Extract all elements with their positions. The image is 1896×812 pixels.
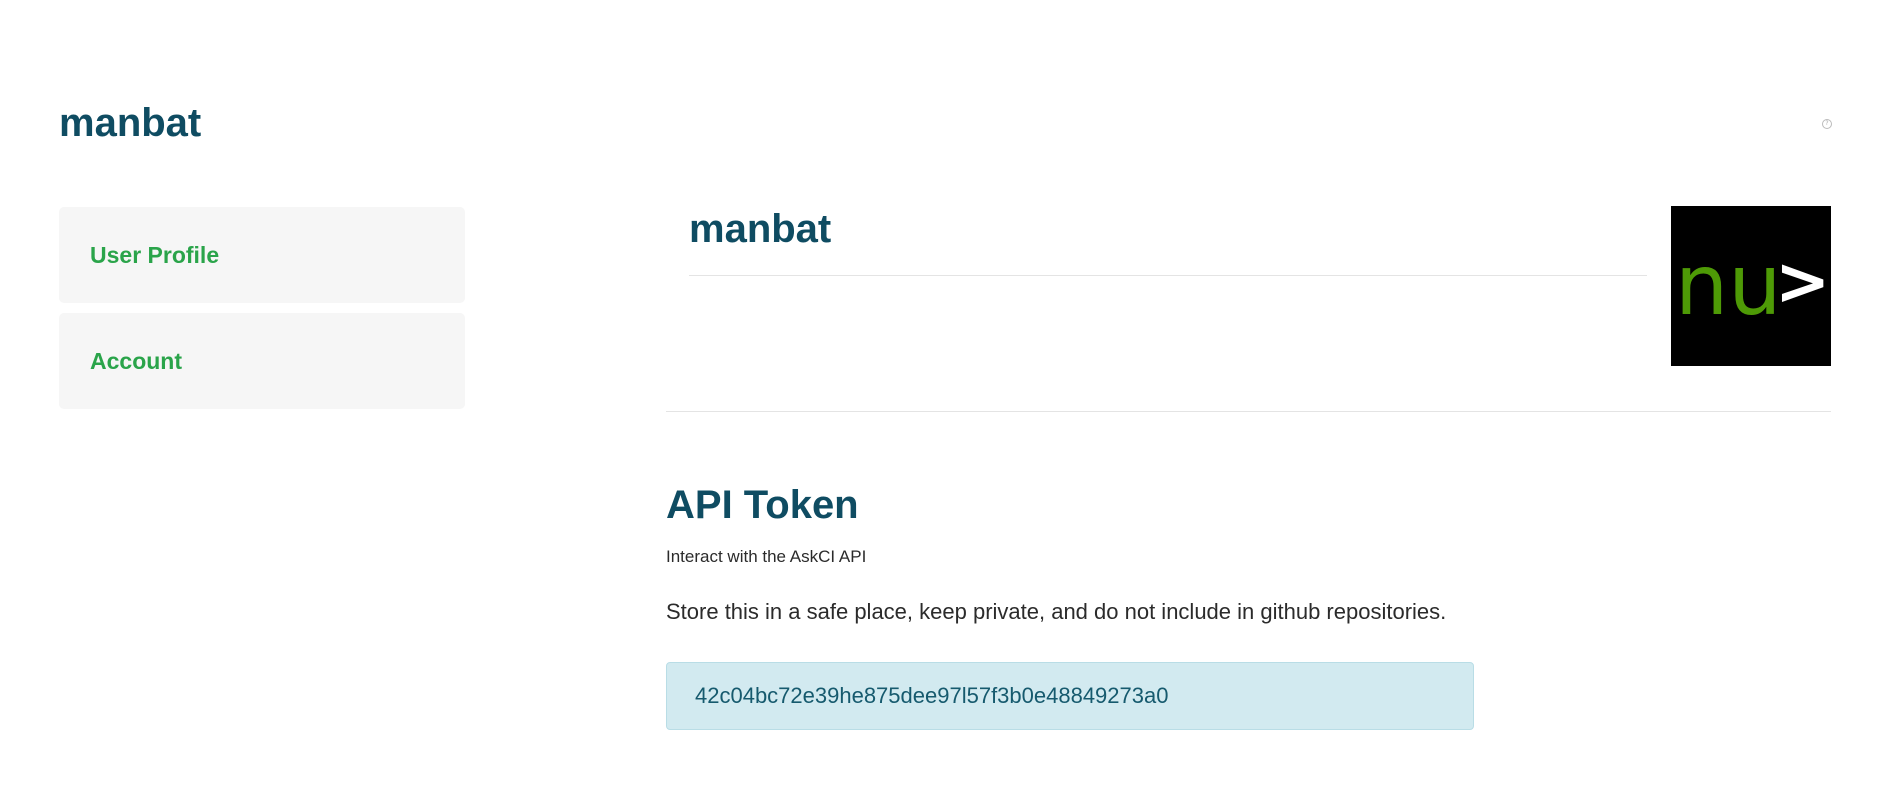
api-token-subtitle: Interact with the AskCI API (666, 547, 867, 566)
site-title[interactable]: manbat (59, 98, 201, 148)
section-divider (666, 411, 1831, 412)
divider (689, 275, 1647, 276)
sidebar-item-account[interactable]: Account (59, 313, 465, 409)
avatar-text-white: > (1775, 243, 1830, 320)
page: manbat ? User Profile Account manbat nu … (0, 0, 1896, 812)
help-circle-icon[interactable]: ? (1822, 119, 1832, 129)
api-token-warning: Store this in a safe place, keep private… (666, 599, 1447, 624)
profile-name: manbat (689, 207, 832, 251)
avatar-logo-image: nu > (1671, 206, 1831, 366)
sidebar-item-user-profile[interactable]: User Profile (59, 207, 465, 303)
avatar-text-green: nu (1675, 236, 1781, 334)
api-token-value[interactable]: 42c04bc72e39he875dee97l57f3b0e48849273a0 (666, 662, 1474, 730)
avatar: nu > (1671, 206, 1831, 366)
api-token-title: API Token (666, 483, 859, 527)
sidebar: User Profile Account (59, 207, 465, 419)
